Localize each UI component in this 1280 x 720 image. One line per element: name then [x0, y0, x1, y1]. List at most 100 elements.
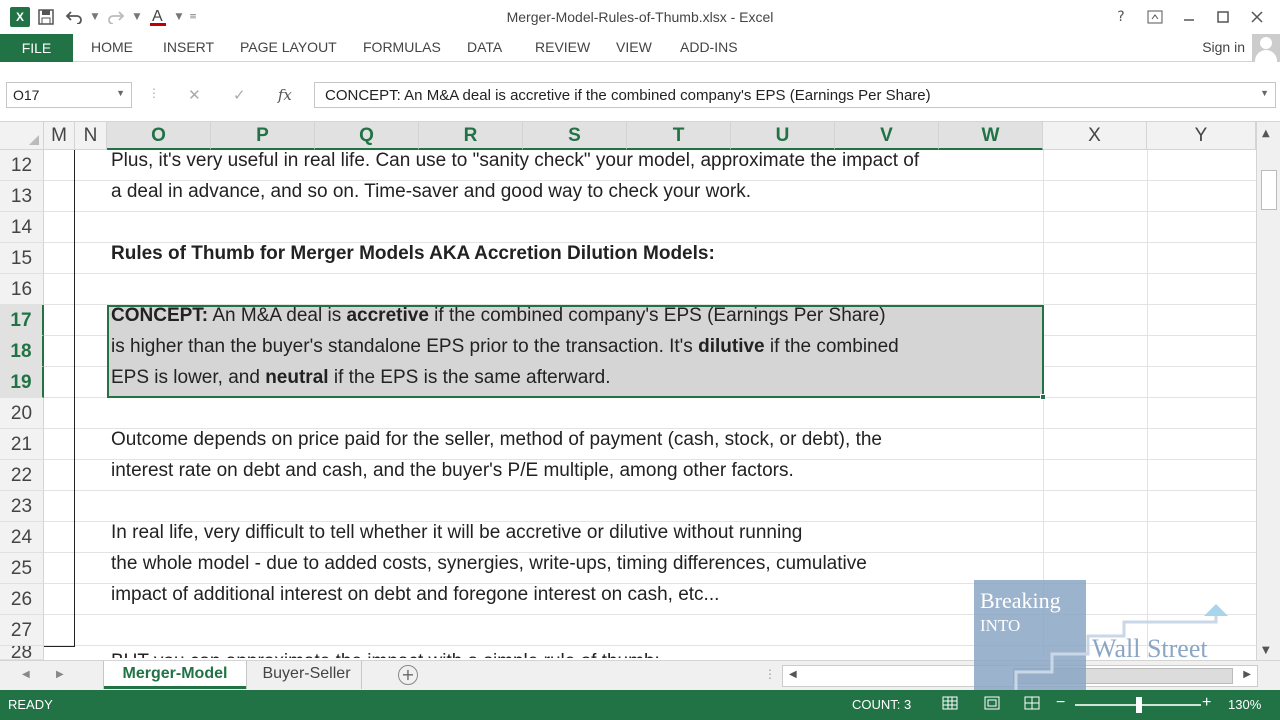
- row-header-28[interactable]: 28: [0, 646, 44, 660]
- row-header-15[interactable]: 15: [0, 243, 44, 274]
- row-header-13[interactable]: 13: [0, 181, 44, 212]
- window-title: Merger-Model-Rules-of-Thumb.xlsx - Excel: [506, 9, 774, 25]
- cell-o13[interactable]: a deal in advance, and so on. Time-saver…: [111, 181, 751, 212]
- column-header-v[interactable]: V: [835, 122, 939, 150]
- cell-o19[interactable]: EPS is lower, and neutral if the EPS is …: [111, 367, 611, 398]
- cell-o28[interactable]: BUT you can approximate the impact with …: [111, 646, 660, 658]
- cell-o21[interactable]: Outcome depends on price paid for the se…: [111, 429, 882, 460]
- name-box-dropdown-icon[interactable]: ▼: [116, 88, 125, 98]
- sign-in-link[interactable]: Sign in: [1202, 39, 1245, 55]
- column-header-p[interactable]: P: [211, 122, 315, 150]
- scroll-right-icon[interactable]: ▶: [1243, 669, 1251, 680]
- tab-add-ins[interactable]: ADD-INS: [680, 39, 738, 55]
- cancel-entry-icon[interactable]: ✕: [188, 86, 201, 104]
- row-header-25[interactable]: 25: [0, 553, 44, 584]
- cell-o22[interactable]: interest rate on debt and cash, and the …: [111, 460, 794, 491]
- row-header-12[interactable]: 12: [0, 150, 44, 181]
- horizontal-scroll-thumb[interactable]: [1013, 668, 1233, 684]
- tab-data[interactable]: DATA: [467, 39, 502, 55]
- column-header-m[interactable]: M: [44, 122, 75, 150]
- cell-o18-text-2: if the combined: [764, 336, 899, 357]
- cell-grid[interactable]: Plus, it's very useful in real life. Can…: [44, 150, 1256, 658]
- row-header-24[interactable]: 24: [0, 522, 44, 553]
- column-header-n[interactable]: N: [75, 122, 107, 150]
- column-header-w[interactable]: W: [939, 122, 1043, 150]
- column-header-s[interactable]: S: [523, 122, 627, 150]
- scroll-left-icon[interactable]: ◀: [789, 669, 797, 680]
- formula-bar-splitter-icon[interactable]: ⋮: [148, 86, 160, 100]
- row-header-19[interactable]: 19: [0, 367, 44, 398]
- expand-formula-bar-icon[interactable]: ▼: [1260, 88, 1269, 98]
- zoom-level[interactable]: 130%: [1228, 697, 1261, 712]
- name-box[interactable]: O17 ▼: [6, 82, 132, 108]
- sheet-tab-merger-model[interactable]: Merger-Model: [104, 661, 246, 689]
- horizontal-scrollbar[interactable]: ◀ ▶: [782, 665, 1258, 687]
- normal-view-icon[interactable]: [940, 695, 960, 713]
- close-icon[interactable]: [1244, 6, 1270, 28]
- row-header-18[interactable]: 18: [0, 336, 44, 367]
- status-ready: READY: [8, 697, 53, 712]
- tab-file[interactable]: FILE: [0, 34, 73, 62]
- confirm-entry-icon[interactable]: ✓: [233, 86, 246, 104]
- cell-o25[interactable]: the whole model - due to added costs, sy…: [111, 553, 867, 584]
- insert-function-icon[interactable]: fx: [278, 86, 292, 104]
- tab-review[interactable]: REVIEW: [535, 39, 590, 55]
- row-header-20[interactable]: 20: [0, 398, 44, 429]
- previous-sheet-icon[interactable]: ◀: [22, 669, 30, 680]
- accretive-word: accretive: [346, 305, 429, 326]
- cell-o18-text-1: is higher than the buyer's standalone EP…: [111, 336, 699, 357]
- maximize-icon[interactable]: [1210, 6, 1236, 28]
- row-header-21[interactable]: 21: [0, 429, 44, 460]
- ribbon-display-options-icon[interactable]: [1142, 6, 1168, 28]
- row-header-14[interactable]: 14: [0, 212, 44, 243]
- row-header-26[interactable]: 26: [0, 584, 44, 615]
- tab-home[interactable]: HOME: [91, 39, 133, 55]
- help-icon[interactable]: ?: [1108, 6, 1134, 28]
- row-header-17[interactable]: 17: [0, 305, 44, 336]
- cell-o12[interactable]: Plus, it's very useful in real life. Can…: [111, 150, 919, 181]
- page-layout-view-icon[interactable]: [982, 695, 1002, 713]
- column-header-r[interactable]: R: [419, 122, 523, 150]
- row-header-16[interactable]: 16: [0, 274, 44, 305]
- sheet-tab-buyer-seller[interactable]: Buyer-Seller: [252, 661, 362, 689]
- tab-page-layout[interactable]: PAGE LAYOUT: [240, 39, 337, 55]
- column-header-o[interactable]: O: [107, 122, 211, 150]
- vertical-scroll-thumb[interactable]: [1261, 170, 1277, 210]
- column-m-bottom-border: [44, 646, 75, 647]
- tab-formulas[interactable]: FORMULAS: [363, 39, 441, 55]
- next-sheet-icon[interactable]: ▶: [56, 669, 64, 680]
- fill-handle[interactable]: [1040, 394, 1046, 400]
- cell-o15[interactable]: Rules of Thumb for Merger Models AKA Acc…: [111, 243, 715, 274]
- avatar[interactable]: [1252, 34, 1280, 62]
- cell-o19-text-1: EPS is lower, and: [111, 367, 266, 388]
- column-header-y[interactable]: Y: [1147, 122, 1256, 150]
- column-header-x[interactable]: X: [1043, 122, 1147, 150]
- scroll-down-icon[interactable]: ▼: [1262, 645, 1270, 656]
- row-header-23[interactable]: 23: [0, 491, 44, 522]
- row-header-22[interactable]: 22: [0, 460, 44, 491]
- tab-insert[interactable]: INSERT: [163, 39, 214, 55]
- zoom-slider-thumb[interactable]: [1136, 697, 1142, 713]
- formula-input[interactable]: CONCEPT: An M&A deal is accretive if the…: [314, 82, 1276, 108]
- concept-label: CONCEPT:: [111, 305, 209, 326]
- add-sheet-button[interactable]: +: [398, 665, 418, 685]
- cell-o18[interactable]: is higher than the buyer's standalone EP…: [111, 336, 899, 367]
- minimize-icon[interactable]: [1176, 6, 1202, 28]
- column-header-t[interactable]: T: [627, 122, 731, 150]
- cell-o24[interactable]: In real life, very difficult to tell whe…: [111, 522, 802, 553]
- vertical-scrollbar[interactable]: ▲ ▼: [1256, 122, 1280, 660]
- sheet-tab-bar: ◀ ▶ Merger-Model Buyer-Seller + ⋮ ◀ ▶: [0, 660, 1280, 690]
- page-break-view-icon[interactable]: [1022, 695, 1042, 713]
- row-header-27[interactable]: 27: [0, 615, 44, 646]
- formula-content: CONCEPT: An M&A deal is accretive if the…: [325, 87, 931, 104]
- tab-view[interactable]: VIEW: [616, 39, 652, 55]
- column-header-q[interactable]: Q: [315, 122, 419, 150]
- select-all-corner[interactable]: [0, 122, 44, 150]
- zoom-out-button[interactable]: −: [1056, 694, 1065, 712]
- scroll-up-icon[interactable]: ▲: [1262, 128, 1270, 139]
- cell-o17[interactable]: CONCEPT: An M&A deal is accretive if the…: [111, 305, 886, 336]
- tab-splitter-icon[interactable]: ⋮: [764, 667, 776, 681]
- zoom-in-button[interactable]: +: [1202, 694, 1211, 712]
- column-header-u[interactable]: U: [731, 122, 835, 150]
- cell-o26[interactable]: impact of additional interest on debt an…: [111, 584, 719, 615]
